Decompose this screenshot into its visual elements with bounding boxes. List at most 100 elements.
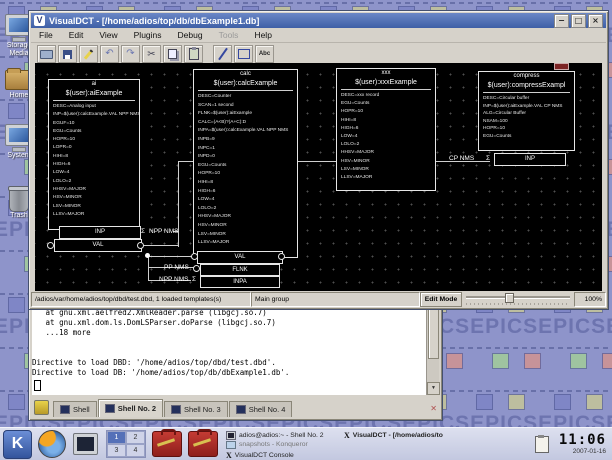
clock[interactable]: 11:06 2007-01-16	[559, 433, 606, 455]
link-connector[interactable]	[47, 242, 54, 249]
record-field[interactable]: CALC=(A<B)?(A+C):D	[194, 119, 297, 128]
close-button[interactable]: ×	[588, 14, 603, 28]
record-field[interactable]: NSAM=100	[479, 118, 574, 126]
record-field[interactable]: DESC=Counter	[194, 93, 297, 102]
record-field[interactable]: LSV=MINOR	[337, 166, 435, 174]
record-field[interactable]: INP=$(user):aiExample.VAL CP NMS	[479, 103, 574, 111]
record-block-xxx[interactable]: xxx $(user):xxxExample DESC=xxx recordEG…	[336, 68, 436, 191]
new-session-icon[interactable]	[34, 400, 49, 415]
record-field[interactable]: INPA=$(user):calcExample.VAL NPP NMS	[194, 127, 297, 136]
record-field[interactable]: DESC=xxx record	[337, 92, 435, 100]
terminal-launcher-icon[interactable]	[73, 433, 98, 455]
record-field[interactable]: LOW=4	[337, 133, 435, 141]
record-field[interactable]: LSV=MINOR	[194, 231, 297, 240]
zoom-slider[interactable]	[462, 292, 574, 307]
console-scrollbar[interactable]: ▼	[426, 298, 439, 395]
console-output[interactable]: at gnu.xml.aelfred2.SAXDriver.parse (lib…	[32, 298, 426, 395]
port-calc-val[interactable]: VAL	[197, 251, 283, 264]
record-field[interactable]: HSV=MINOR	[337, 158, 435, 166]
record-field[interactable]: EGUF=10	[49, 120, 139, 128]
tab-shell[interactable]: Shell	[53, 401, 97, 417]
tab-shell-2[interactable]: Shell No. 2	[98, 399, 163, 417]
menu-debug[interactable]: Debug	[170, 30, 211, 40]
link-connector[interactable]	[193, 265, 200, 272]
record-field[interactable]: EGU=Counts	[194, 162, 297, 171]
firefox-icon[interactable]	[38, 430, 66, 458]
task-konqueror[interactable]: snapshots - Konqueror	[226, 441, 340, 449]
pager-desktop-2[interactable]: 2	[126, 431, 145, 444]
record-field[interactable]: LLSV=MAJOR	[194, 239, 297, 248]
record-field[interactable]: HSV=MINOR	[49, 194, 139, 202]
edit-tool-button[interactable]	[79, 45, 98, 63]
record-field[interactable]: LSV=MINOR	[49, 203, 139, 211]
record-field[interactable]: EGU=Counts	[479, 133, 574, 141]
record-field[interactable]: LOLO=2	[49, 178, 139, 186]
record-field[interactable]: LOW=4	[194, 196, 297, 205]
task-konsole[interactable]: adios@adios:~ - Shell No. 2	[226, 431, 340, 440]
record-field[interactable]: HHSV=MAJOR	[49, 186, 139, 194]
record-field[interactable]: EGU=Counts	[337, 100, 435, 108]
task-visualdct-console[interactable]: X VisualDCT Console	[226, 451, 340, 460]
copy-button[interactable]	[163, 45, 182, 63]
menu-view[interactable]: View	[91, 30, 125, 40]
record-field[interactable]: HOPR=10	[479, 125, 574, 133]
record-field[interactable]: EGU=Counts	[49, 128, 139, 136]
line-tool-button[interactable]	[213, 45, 232, 63]
undo-button[interactable]: ↶	[100, 45, 119, 63]
record-field[interactable]: HIHI=8	[337, 117, 435, 125]
tab-shell-4[interactable]: Shell No. 4	[229, 401, 293, 417]
record-field[interactable]: SCAN=1 second	[194, 102, 297, 111]
record-field[interactable]: ALG=Circular Buffer	[479, 110, 574, 118]
open-button[interactable]	[37, 45, 56, 63]
link-junction[interactable]	[145, 253, 150, 258]
record-block-calc[interactable]: calc $(user):calcExample DESC=CounterSCA…	[193, 69, 298, 258]
pager-desktop-3[interactable]: 3	[107, 444, 126, 457]
toolbox-launcher-icon[interactable]	[152, 431, 182, 457]
maximize-button[interactable]: □	[571, 14, 586, 28]
task-visualdct[interactable]: X VisualDCT - [/home/adios/to	[344, 431, 446, 440]
edit-mode-button[interactable]: Edit Mode	[420, 292, 462, 307]
record-field[interactable]: LOLO=2	[337, 141, 435, 149]
redo-button[interactable]: ↷	[121, 45, 140, 63]
menu-plugins[interactable]: Plugins	[126, 30, 170, 40]
cut-button[interactable]: ✂	[142, 45, 161, 63]
record-field[interactable]: LOW=4	[49, 169, 139, 177]
record-field[interactable]: LOPR=0	[49, 144, 139, 152]
record-field[interactable]: INP=$(user):calcExample.VAL NPP NMS	[49, 111, 139, 119]
port-ai-inp[interactable]: INP	[59, 226, 141, 239]
record-field[interactable]: HIHI=8	[194, 179, 297, 188]
pager-desktop-1[interactable]: 1	[107, 431, 126, 444]
kmenu-button[interactable]: K	[3, 430, 32, 459]
schematic-canvas[interactable]: ai $(user):aiExample DESC=Analog inputIN…	[35, 63, 602, 291]
port-ai-val[interactable]: VAL	[54, 239, 142, 252]
detach-session-icon[interactable]: ✕	[430, 404, 437, 413]
scroll-down-button[interactable]: ▼	[427, 382, 440, 395]
toolbox-launcher-icon-2[interactable]	[188, 431, 218, 457]
klipper-clipboard-icon[interactable]	[535, 436, 549, 453]
rectangle-tool-button[interactable]	[234, 45, 253, 63]
menu-file[interactable]: File	[31, 30, 61, 40]
tab-shell-3[interactable]: Shell No. 3	[164, 401, 228, 417]
link-connector[interactable]	[137, 242, 144, 249]
menu-help[interactable]: Help	[246, 30, 279, 40]
link-connector[interactable]	[191, 253, 198, 260]
record-field[interactable]: INPD=0	[194, 153, 297, 162]
record-block-compress[interactable]: compress $(user):compressExampl DESC=Cir…	[478, 71, 575, 151]
record-field[interactable]: LOLO=2	[194, 205, 297, 214]
record-field[interactable]: HIGH=6	[49, 161, 139, 169]
record-field[interactable]: INPC=1	[194, 145, 297, 154]
record-field[interactable]: LLSV=MAJOR	[49, 211, 139, 219]
slider-thumb[interactable]	[505, 293, 514, 303]
record-field[interactable]: HHSV=MAJOR	[337, 149, 435, 157]
record-field[interactable]: HOPR=10	[194, 170, 297, 179]
menu-edit[interactable]: Edit	[61, 30, 92, 40]
paste-button[interactable]	[184, 45, 203, 63]
minimize-button[interactable]: −	[554, 14, 569, 28]
record-field[interactable]: INPB=9	[194, 136, 297, 145]
record-field[interactable]: HOPR=10	[49, 136, 139, 144]
record-field[interactable]: HHSV=MAJOR	[194, 213, 297, 222]
record-field[interactable]: DESC=Analog input	[49, 103, 139, 111]
port-calc-flnk[interactable]: FLNK	[200, 264, 280, 276]
text-tool-button[interactable]: Abc	[255, 45, 274, 63]
record-field[interactable]: HIHI=8	[49, 153, 139, 161]
